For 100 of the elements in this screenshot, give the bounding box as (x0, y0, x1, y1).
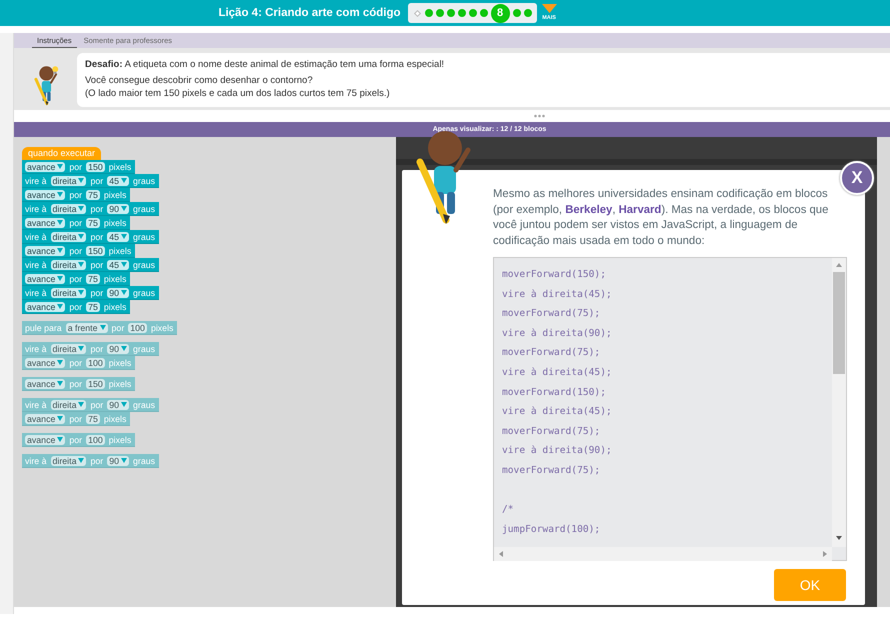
code-block[interactable]: avance por 75 pixels (22, 216, 130, 230)
block-text: vire à (25, 176, 47, 186)
code-block[interactable]: pule para a frente por 100 pixels (22, 321, 178, 335)
dropdown[interactable]: direita (50, 344, 86, 354)
caret-icon (57, 192, 64, 197)
dropdown[interactable]: avance (25, 246, 66, 256)
resize-handle-icon[interactable] (534, 114, 545, 118)
code-block[interactable]: avance por 75 pixels (22, 300, 130, 314)
block-text: pixels (108, 434, 132, 444)
number-field[interactable]: 100 (128, 322, 147, 332)
code-block[interactable]: vire à direita por 90 graus (22, 286, 160, 300)
block-text: por (69, 162, 82, 172)
block-text: por (90, 344, 104, 354)
level-dot[interactable] (524, 9, 532, 17)
code-block[interactable]: vire à direita por 45 graus (22, 258, 160, 272)
dropdown[interactable]: avance (25, 190, 66, 200)
block-text: por (69, 274, 82, 284)
caret-icon (57, 381, 64, 386)
dropdown[interactable]: a frente (66, 322, 108, 332)
dropdown[interactable]: direita (50, 232, 86, 242)
caret-icon (57, 220, 64, 225)
caret-icon (121, 346, 127, 351)
caret-icon (78, 402, 84, 407)
code-block[interactable]: avance por 150 pixels (22, 377, 136, 391)
code-block[interactable]: vire à direita por 45 graus (22, 230, 160, 244)
dropdown[interactable]: direita (50, 204, 86, 214)
block-text: pixels (104, 274, 126, 284)
number-field[interactable]: 100 (86, 434, 105, 444)
caret-icon[interactable] (542, 4, 557, 13)
dropdown[interactable]: 45 (107, 232, 129, 242)
dropdown[interactable]: avance (25, 218, 66, 228)
scrollbar[interactable] (832, 258, 846, 547)
block-text: vire à (25, 204, 47, 214)
dropdown[interactable]: 90 (107, 288, 129, 298)
number-field[interactable]: 100 (86, 358, 105, 368)
code-block[interactable]: avance por 100 pixels (22, 356, 136, 370)
level-dot[interactable] (436, 9, 444, 17)
block-text: vire à (25, 400, 47, 410)
code-block[interactable]: avance por 75 pixels (22, 412, 130, 426)
dropdown[interactable]: direita (50, 456, 86, 466)
block-text: vire à (25, 260, 47, 270)
caret-icon (57, 164, 64, 169)
code-line: moverForward(150); (502, 268, 607, 282)
level-dot[interactable] (458, 9, 466, 17)
block-text: por (90, 456, 104, 466)
level-dot[interactable] (512, 9, 521, 17)
block-text: por (69, 414, 82, 424)
code-block[interactable]: avance por 150 pixels (22, 244, 136, 258)
close-button[interactable]: X (840, 161, 874, 195)
number-field[interactable]: 150 (86, 162, 105, 172)
dropdown[interactable]: direita (50, 176, 86, 186)
code-line: moverForward(75); (502, 307, 602, 322)
code-block[interactable]: vire à direita por 90 graus (22, 454, 160, 468)
code-block[interactable]: avance por 75 pixels (22, 272, 130, 286)
dropdown[interactable]: avance (25, 162, 66, 172)
level-dot[interactable] (468, 9, 477, 17)
link[interactable]: Berkeley (565, 204, 612, 216)
level-dot[interactable] (446, 9, 455, 17)
dropdown[interactable]: direita (50, 288, 86, 298)
caret-icon (78, 346, 84, 351)
link[interactable]: Harvard (618, 204, 662, 216)
dropdown[interactable]: 45 (107, 176, 129, 186)
level-dot[interactable] (480, 9, 488, 17)
code-block[interactable]: avance por 150 pixels (22, 160, 136, 174)
code-line: vire à direita(90); (502, 326, 613, 341)
dropdown[interactable]: 90 (107, 344, 129, 354)
block-text: por (69, 218, 82, 228)
block-text: por (69, 190, 82, 200)
code-block[interactable]: avance por 75 pixels (22, 188, 130, 202)
number-field[interactable]: 75 (86, 414, 100, 424)
dropdown[interactable]: avance (25, 274, 66, 284)
code-line: vire à direita(45); (502, 288, 613, 302)
scrollbar[interactable] (494, 547, 832, 561)
number-field[interactable]: 75 (86, 218, 100, 228)
number-field[interactable]: 150 (86, 246, 105, 256)
number-field[interactable]: 75 (86, 274, 100, 284)
level-dot[interactable] (424, 9, 433, 17)
dropdown[interactable]: avance (25, 414, 66, 424)
dropdown[interactable]: 45 (107, 260, 129, 270)
dropdown[interactable]: direita (50, 400, 86, 410)
block-text: graus (133, 204, 156, 214)
dropdown[interactable]: 90 (107, 204, 129, 214)
dropdown[interactable]: avance (25, 302, 66, 312)
dropdown[interactable]: direita (50, 260, 86, 270)
dropdown[interactable]: avance (25, 378, 66, 388)
dropdown[interactable]: avance (25, 434, 66, 444)
code-block[interactable]: vire à direita por 90 graus (22, 202, 160, 216)
dropdown[interactable]: avance (25, 358, 66, 368)
block-text: por (90, 260, 104, 270)
number-field[interactable]: 75 (86, 190, 100, 200)
code-block[interactable]: vire à direita por 45 graus (22, 174, 160, 188)
number-field[interactable]: 75 (86, 302, 100, 312)
code-block[interactable]: vire à direita por 90 graus (22, 342, 160, 356)
code-block[interactable]: vire à direita por 90 graus (22, 398, 160, 412)
code-line: vire à direita(45); (502, 366, 613, 380)
dropdown[interactable]: 90 (107, 456, 129, 466)
number-field[interactable]: 150 (86, 378, 105, 388)
dropdown[interactable]: 90 (107, 400, 129, 410)
code-block[interactable]: avance por 100 pixels (22, 433, 136, 447)
code-line: moverForward(75); (502, 424, 602, 439)
